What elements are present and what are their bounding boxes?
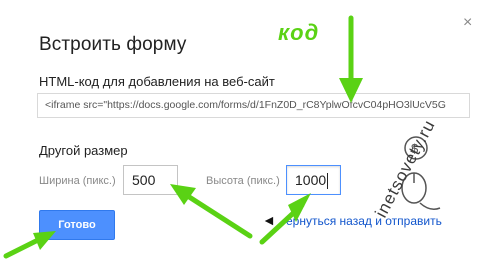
code-annotation: код: [278, 20, 320, 45]
arrow-to-height-icon: [259, 193, 311, 245]
arrow-to-width-icon: [170, 184, 253, 239]
arrow-to-code-icon: [339, 15, 363, 103]
arrow-to-done-icon: [3, 231, 56, 259]
